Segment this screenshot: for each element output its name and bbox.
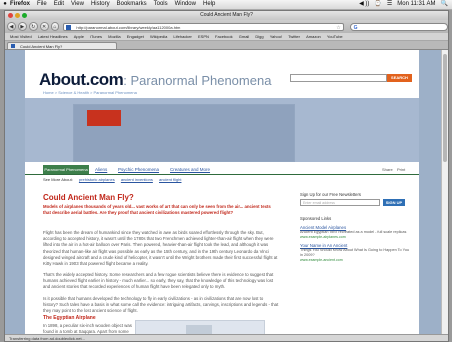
site-search-button[interactable]: SEARCH (387, 74, 412, 82)
menu-extras: ◀ )) ⌚ ☰ Mon 11:31 AM 🔍 (359, 0, 452, 9)
bookmark-item[interactable]: Apple (74, 34, 84, 39)
bookmark-item[interactable]: Amazon (306, 34, 321, 39)
url-bar[interactable]: http://paranormal.about.com/library/week… (63, 22, 344, 32)
newsletter-email-input[interactable]: Enter email address (300, 199, 380, 206)
sponsored-links-heading: Sponsored Links (300, 216, 332, 221)
menu-view[interactable]: View (71, 0, 84, 9)
menu-history[interactable]: History (91, 0, 110, 9)
bookmark-star-icon[interactable]: ☆ (336, 24, 340, 32)
section-heading: The Egyptian Airplane (43, 315, 96, 321)
menu-extra-icon[interactable]: ☰ (387, 0, 392, 9)
clock[interactable]: Mon 11:31 AM (397, 0, 435, 9)
bookmark-item[interactable]: Mozilla (108, 34, 120, 39)
article-paragraph: Flight has been the dream of humankind s… (43, 230, 278, 267)
menu-bookmarks[interactable]: Bookmarks (117, 0, 147, 9)
back-button[interactable]: ◀ (7, 22, 16, 31)
bookmark-item[interactable]: Gmail (239, 34, 249, 39)
header-banner (25, 98, 419, 162)
logo-text: About.com (39, 70, 124, 89)
spotlight-icon[interactable]: 🔍 (441, 0, 448, 9)
navigation-toolbar: ◀ ▶ ↻ ✕ ⌂ http://paranormal.about.com/li… (5, 20, 448, 33)
sponsored-link[interactable]: Ancient Model Airplanes Ancient Egyptian… (300, 225, 412, 239)
bookmarks-toolbar: Most Visited Latest Headlines Apple iTun… (5, 33, 448, 41)
search-bar[interactable]: G (349, 22, 448, 31)
site-search-input[interactable] (290, 74, 387, 82)
title-bar: Could Ancient Man Fly? (5, 11, 448, 20)
bookmark-item[interactable]: Yahoo! (270, 34, 282, 39)
web-page: About.com: Paranormal Phenomena Home > S… (25, 50, 419, 334)
scrollbar-thumb[interactable] (443, 54, 447, 162)
forward-button[interactable]: ▶ (17, 22, 27, 31)
browser-window: Could Ancient Man Fly? ◀ ▶ ↻ ✕ ⌂ http://… (4, 10, 449, 342)
site-logo[interactable]: About.com: Paranormal Phenomena (39, 70, 271, 90)
banner-ad-graphic (87, 110, 121, 126)
see-more-link[interactable]: ancient flight (159, 177, 181, 182)
sponsored-link-url[interactable]: www.example-ancient.com (300, 258, 412, 262)
image-figure (186, 325, 212, 334)
sidebar: Sign Up for our Free Newsletters Enter e… (300, 192, 412, 262)
tab-creatures-and-more[interactable]: Creatures and More (170, 165, 210, 174)
menu-bar: ● Firefox File Edit View History Bookmar… (0, 0, 452, 10)
bookmark-item[interactable]: YouTube (327, 34, 343, 39)
vertical-scrollbar[interactable] (441, 50, 448, 334)
share-link[interactable]: Share (382, 167, 393, 172)
window-title: Could Ancient Man Fly? (200, 12, 253, 18)
bookmark-item[interactable]: Engadget (127, 34, 144, 39)
tab-aliens[interactable]: Aliens (95, 165, 107, 174)
menu-edit[interactable]: Edit (54, 0, 64, 9)
see-more-link[interactable]: ancient inventions (121, 177, 153, 182)
sponsored-link-desc: Things You Should Know About What Is Goi… (300, 248, 410, 257)
bookmark-item[interactable]: Latest Headlines (38, 34, 68, 39)
bookmark-item[interactable]: Most Visited (10, 34, 32, 39)
bookmark-item[interactable]: Digg (255, 34, 263, 39)
print-link[interactable]: Print (397, 167, 405, 172)
google-search-icon: G (353, 24, 358, 31)
tab-psychic-phenomena[interactable]: Psychic Phenomena (118, 165, 159, 174)
article-intro: Models of airplanes thousands of years o… (43, 204, 271, 216)
tab-favicon (11, 44, 15, 48)
article-image (135, 320, 265, 334)
bookmark-item[interactable]: iTunes (90, 34, 102, 39)
section-paragraph: In 1898, a peculiar six-inch wooden obje… (43, 323, 132, 334)
breadcrumb[interactable]: Home > Science & Health > Paranormal Phe… (43, 90, 137, 95)
time-machine-icon[interactable]: ⌚ (374, 0, 381, 9)
reload-button[interactable]: ↻ (28, 22, 38, 31)
menu-file[interactable]: File (37, 0, 47, 9)
bookmark-item[interactable]: Twitter (288, 34, 300, 39)
article-title: Could Ancient Man Fly? (43, 193, 134, 202)
bookmark-item[interactable]: Wikipedia (150, 34, 167, 39)
newsletter-signup-button[interactable]: SIGN UP (383, 199, 405, 206)
tab-bar: Could Ancient Man Fly? (5, 41, 448, 50)
newsletter-label: Sign Up for our Free Newsletters (300, 192, 361, 197)
volume-icon[interactable]: ◀ )) (359, 0, 369, 9)
home-button[interactable]: ⌂ (50, 22, 60, 31)
url-text: http://paranormal.about.com/library/week… (76, 24, 181, 30)
article-paragraph: That's the widely accepted history. Some… (43, 272, 274, 290)
sponsored-link-url[interactable]: www.example-airplanes.com (300, 235, 412, 239)
see-more-about: See More About: prehistoric airplanes an… (43, 177, 181, 182)
menu-help[interactable]: Help (203, 0, 215, 9)
section-nav: Paranormal Phenomena Aliens Psychic Phen… (25, 162, 419, 175)
tab-title: Could Ancient Man Fly? (20, 44, 63, 49)
see-more-label: See More About: (43, 177, 73, 182)
page-viewport[interactable]: About.com: Paranormal Phenomena Home > S… (5, 50, 441, 334)
newsletter-form: Enter email address SIGN UP (300, 199, 412, 206)
tab-paranormal-phenomena[interactable]: Paranormal Phenomena (43, 165, 89, 174)
bookmark-item[interactable]: Facebook (215, 34, 233, 39)
see-more-link[interactable]: prehistoric airplanes (79, 177, 115, 182)
tab-active[interactable]: Could Ancient Man Fly? (7, 42, 117, 49)
menu-tools[interactable]: Tools (154, 0, 168, 9)
bookmark-item[interactable]: ESPN (198, 34, 209, 39)
apple-icon[interactable]: ● (0, 0, 10, 9)
site-favicon (66, 24, 72, 30)
bookmark-item[interactable]: Lifehacker (173, 34, 191, 39)
site-section-title: : Paranormal Phenomena (123, 73, 272, 88)
article-paragraph: Is it possible that humans developed the… (43, 296, 279, 314)
stop-button[interactable]: ✕ (39, 22, 49, 31)
menu-window[interactable]: Window (175, 0, 196, 9)
sponsored-link[interactable]: Your Name in An Ancient Things You Shoul… (300, 243, 412, 262)
menu-firefox[interactable]: Firefox (10, 0, 30, 9)
